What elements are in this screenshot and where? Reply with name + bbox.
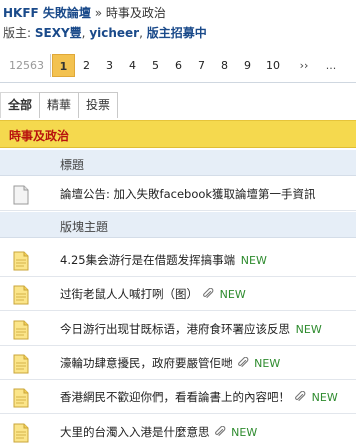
new-badge: NEW <box>231 425 258 439</box>
breadcrumb-current: 時事及政治 <box>105 6 166 20</box>
page-link-1[interactable]: 1 <box>52 54 75 77</box>
paperclip-icon <box>203 288 214 299</box>
paperclip-icon <box>214 425 225 436</box>
thread-title-line: 4.25集会游行是在借题发挥搞事端 NEW <box>60 253 267 268</box>
thread-row[interactable]: 4.25集会游行是在借题发挥搞事端 NEW <box>0 243 356 277</box>
section-header: 時事及政治 <box>0 120 356 148</box>
thread-title-link[interactable]: 大里的台濁入入港是什麼意思 <box>60 425 210 439</box>
breadcrumb-separator: » <box>94 6 103 20</box>
moderator-link-2[interactable]: yicheer <box>89 26 139 40</box>
thread-folder-icon <box>13 354 29 374</box>
thread-folder-icon <box>13 320 29 340</box>
section-title: 時事及政治 <box>9 129 70 143</box>
thread-row[interactable]: 大里的台濁入入港是什麼意思 NEW <box>0 414 356 443</box>
new-badge: NEW <box>219 288 246 302</box>
page-link-2[interactable]: 2 <box>75 54 98 77</box>
tab-digest[interactable]: 精華 <box>39 92 80 118</box>
pagination: 12563 1 2 3 4 5 6 7 8 9 10 ›› ... <box>3 53 341 78</box>
recruit-moderator-link[interactable]: 版主招募中 <box>147 26 207 40</box>
thread-row[interactable]: 濠輪功肆意擾民，政府要嚴管佢哋 NEW <box>0 345 356 380</box>
column-header-title-label: 標題 <box>60 158 85 172</box>
thread-title-line: 过街老鼠人人喊打咧（图） NEW <box>60 287 246 302</box>
thread-folder-icon <box>13 251 29 271</box>
announcement-title[interactable]: 論壇公告: 加入失敗facebook獲取論壇第一手資訊 <box>60 187 316 201</box>
thread-row[interactable]: 今日游行出现甘既标语，港府食环署应该反思 NEW <box>0 311 356 346</box>
page-next-button[interactable]: ... <box>321 54 341 77</box>
thread-title-line: 大里的台濁入入港是什麼意思 NEW <box>60 425 257 440</box>
page-more-button[interactable]: ›› <box>287 54 321 77</box>
page-link-5[interactable]: 5 <box>144 54 167 77</box>
thread-title-line: 今日游行出现甘既标语，港府食环署应该反思 NEW <box>60 322 322 337</box>
tab-poll[interactable]: 投票 <box>78 92 119 118</box>
breadcrumb: HKFF 失敗論壇 » 時事及政治 <box>3 6 166 20</box>
thread-row[interactable]: 过街老鼠人人喊打咧（图） NEW <box>0 277 356 312</box>
thread-title-link[interactable]: 过街老鼠人人喊打咧（图） <box>60 287 198 301</box>
filter-tabs: 全部 精華 投票 <box>0 92 119 118</box>
moderator-link-1[interactable]: SEXY豐 <box>35 26 82 40</box>
paperclip-icon <box>237 356 248 367</box>
divider <box>0 82 356 83</box>
thread-folder-icon <box>13 423 29 442</box>
thread-title-link[interactable]: 濠輪功肆意擾民，政府要嚴管佢哋 <box>60 356 233 370</box>
moderators-line: 版主: SEXY豐, yicheer, 版主招募中 <box>3 26 207 40</box>
new-badge: NEW <box>295 322 322 336</box>
page-link-3[interactable]: 3 <box>98 54 121 77</box>
thread-title-line: 濠輪功肆意擾民，政府要嚴管佢哋 NEW <box>60 356 280 371</box>
moderators-label: 版主: <box>3 26 32 40</box>
moderator-comma: , <box>139 26 147 40</box>
new-badge: NEW <box>254 356 281 370</box>
announcement-row[interactable]: 論壇公告: 加入失敗facebook獲取論壇第一手資訊 <box>0 177 356 211</box>
page-link-7[interactable]: 7 <box>190 54 213 77</box>
paperclip-icon <box>295 391 306 402</box>
thread-folder-icon <box>13 388 29 408</box>
thread-title-link[interactable]: 4.25集会游行是在借题发挥搞事端 <box>60 253 235 267</box>
page-link-6[interactable]: 6 <box>167 54 190 77</box>
page-link-10[interactable]: 10 <box>259 54 287 77</box>
column-header-title: 標題 <box>0 150 356 176</box>
tab-all[interactable]: 全部 <box>0 92 41 118</box>
thread-title-line: 香港網民不歡迎你們，看看論書上的內容吧！ NEW <box>60 390 338 405</box>
page-link-4[interactable]: 4 <box>121 54 144 77</box>
page-link-9[interactable]: 9 <box>236 54 259 77</box>
page-link-8[interactable]: 8 <box>213 54 236 77</box>
pagination-total: 12563 <box>3 54 51 77</box>
thread-title-link[interactable]: 香港網民不歡迎你們，看看論書上的內容吧！ <box>60 390 290 404</box>
thread-folder-icon <box>13 285 29 305</box>
thread-row[interactable]: 香港網民不歡迎你們，看看論書上的內容吧！ NEW <box>0 380 356 415</box>
new-badge: NEW <box>240 254 267 267</box>
column-header-board-topics-label: 版塊主題 <box>60 220 109 234</box>
document-icon <box>13 185 29 205</box>
thread-title-link[interactable]: 今日游行出现甘既标语，港府食环署应该反思 <box>60 322 290 336</box>
breadcrumb-forum-link[interactable]: HKFF 失敗論壇 <box>3 6 91 20</box>
column-header-board-topics: 版塊主題 <box>0 212 356 238</box>
new-badge: NEW <box>311 391 338 405</box>
